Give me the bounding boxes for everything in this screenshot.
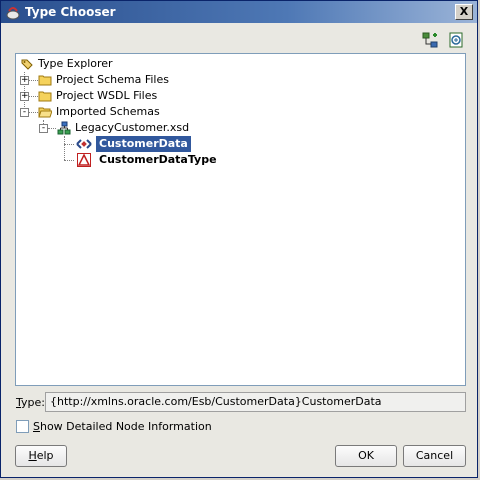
element-icon	[76, 139, 92, 149]
expand-toggle[interactable]: +	[20, 92, 29, 101]
tree-connector	[64, 136, 65, 160]
tree-connector	[64, 144, 74, 145]
tree-node-project-schema-files[interactable]: + Project Schema Files	[20, 72, 220, 88]
folder-icon	[38, 91, 52, 102]
title-bar[interactable]: Type Chooser X	[1, 1, 477, 23]
tree-node-project-wsdl-files[interactable]: + Project WSDL Files	[20, 88, 220, 104]
tree-node-label: CustomerDataType	[99, 153, 217, 166]
tree-connector	[64, 160, 74, 161]
folder-icon	[38, 75, 52, 86]
type-chooser-dialog: Type Chooser X Type Explorer + Project S…	[0, 0, 478, 478]
collapse-toggle[interactable]: -	[20, 108, 29, 117]
ok-button[interactable]: OK	[335, 445, 397, 467]
tree-node-label: Imported Schemas	[56, 105, 160, 118]
tree-node-customerdatatype[interactable]: CustomerDataType	[76, 152, 276, 168]
cancel-button[interactable]: Cancel	[403, 445, 466, 467]
expand-toggle[interactable]: +	[20, 76, 29, 85]
collapse-toggle[interactable]: -	[39, 124, 48, 133]
tree-root-label: Type Explorer	[38, 57, 113, 70]
close-button[interactable]: X	[455, 4, 473, 20]
type-field[interactable]: {http://xmlns.oracle.com/Esb/CustomerDat…	[45, 392, 466, 412]
complex-type-icon	[77, 153, 91, 167]
import-schema-icon[interactable]	[447, 31, 465, 49]
window-title: Type Chooser	[25, 5, 116, 19]
tree-node-legacycustomer-xsd[interactable]: - LegacyCustomer.xsd	[39, 120, 239, 136]
show-detailed-node-info-label[interactable]: Show Detailed Node Information	[33, 420, 212, 433]
app-icon	[6, 7, 20, 20]
schema-tree-icon[interactable]	[421, 31, 439, 49]
tree-node-customerdata[interactable]: CustomerData	[76, 136, 276, 152]
tree-node-label: LegacyCustomer.xsd	[75, 121, 190, 134]
show-detailed-node-info-checkbox[interactable]	[16, 420, 29, 433]
xsd-schema-icon	[57, 121, 71, 135]
help-button[interactable]: Help	[15, 445, 67, 467]
tree-node-label: Project Schema Files	[56, 73, 169, 86]
tree-node-label: CustomerData	[96, 136, 191, 152]
tree-node-label: Project WSDL Files	[56, 89, 158, 102]
tree-node-imported-schemas[interactable]: - Imported Schemas	[20, 104, 220, 120]
type-explorer-icon	[21, 59, 33, 70]
type-label: Type:	[16, 396, 45, 409]
type-explorer-tree[interactable]: Type Explorer + Project Schema Files + P…	[15, 53, 466, 386]
open-folder-icon	[38, 107, 52, 118]
